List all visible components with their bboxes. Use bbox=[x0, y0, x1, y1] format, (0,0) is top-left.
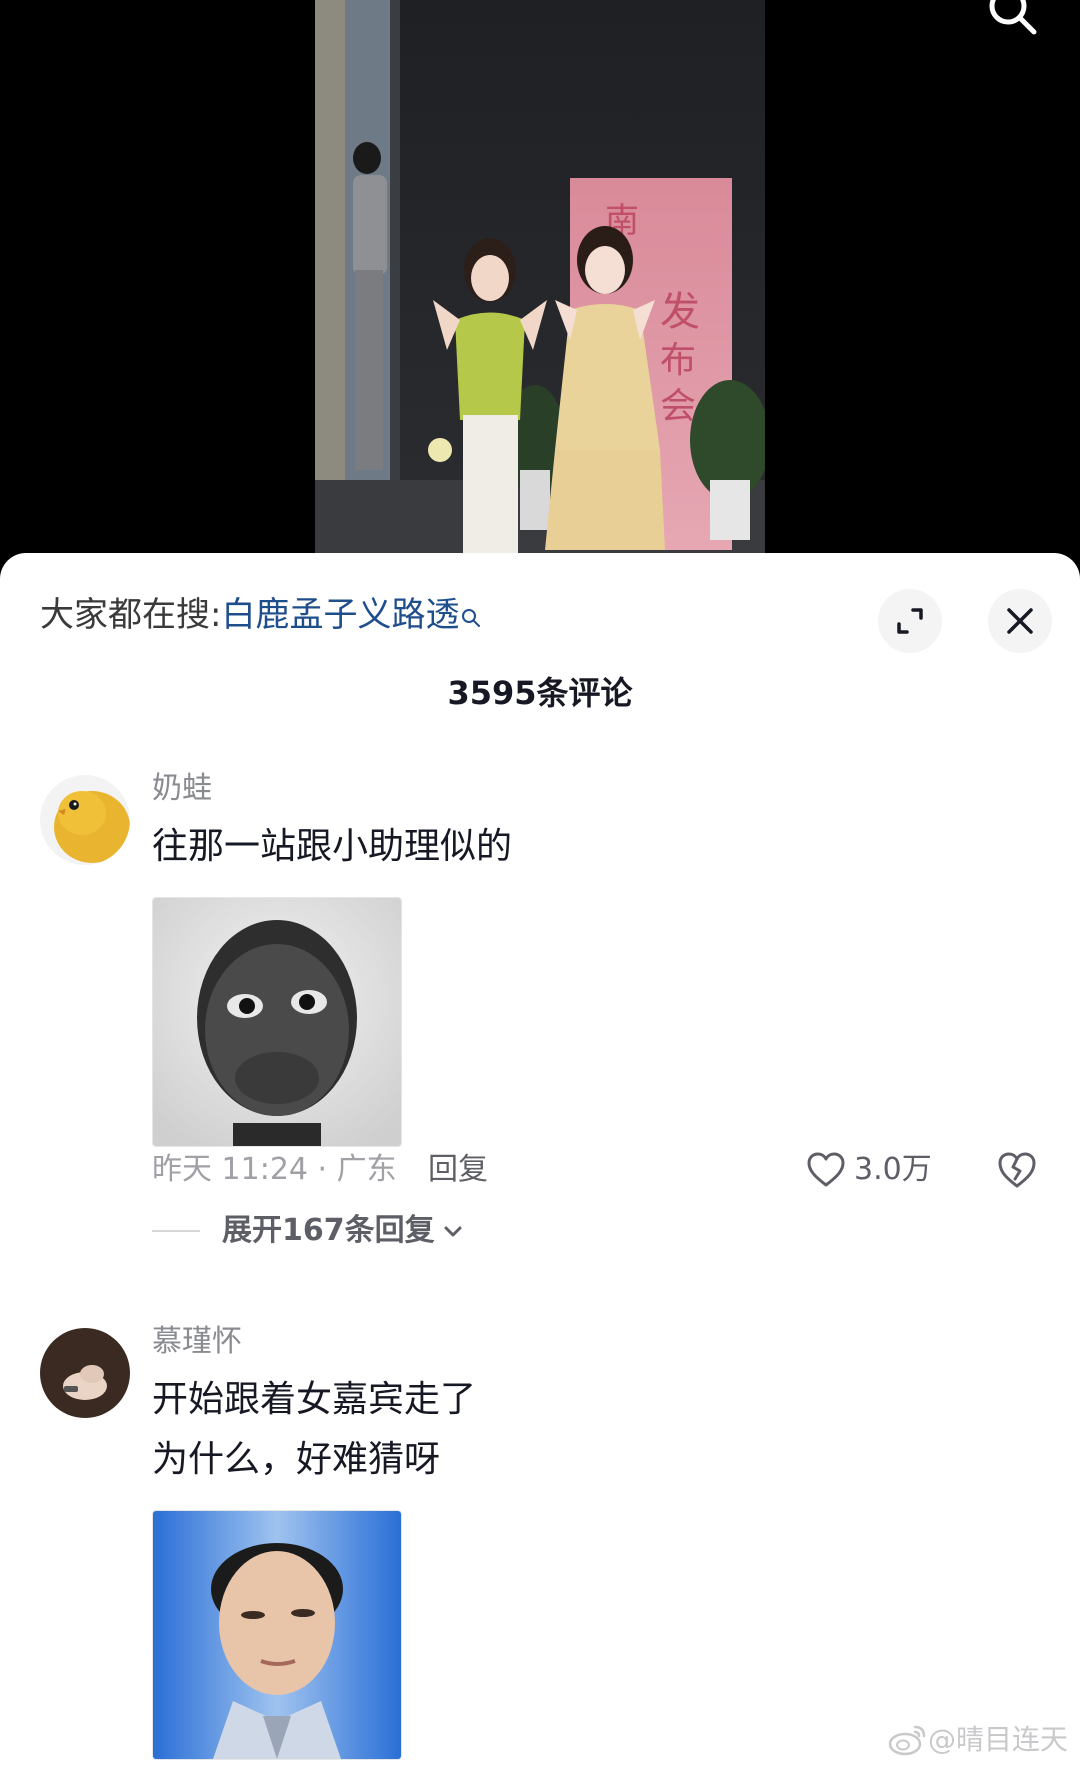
broken-heart-icon bbox=[998, 1152, 1036, 1188]
comment-text: 开始跟着女嘉宾走了 为什么，好难猜呀 bbox=[152, 1370, 476, 1490]
divider bbox=[152, 1230, 200, 1232]
comment-image[interactable] bbox=[152, 1510, 402, 1760]
watermark-text: @晴目连天 bbox=[927, 1723, 1068, 1756]
weibo-logo-icon bbox=[888, 1725, 926, 1756]
avatar[interactable] bbox=[40, 1328, 130, 1418]
comment-text-line: 往那一站跟小助理似的 bbox=[152, 826, 513, 867]
video-player[interactable]: 南 发 布 会 bbox=[0, 0, 1080, 560]
reply-button[interactable]: 回复 bbox=[428, 1147, 488, 1193]
trending-keyword[interactable]: 白鹿孟子义路透 bbox=[221, 595, 459, 635]
svg-text:布: 布 bbox=[660, 340, 696, 381]
like-button[interactable]: 3.0万 bbox=[806, 1149, 932, 1191]
svg-text:发: 发 bbox=[660, 289, 700, 335]
sheet-header: 大家都在搜:白鹿孟子义路透 3595条评论 bbox=[0, 553, 1080, 712]
heart-icon bbox=[807, 1152, 845, 1187]
comment-text-line: 为什么，好难猜呀 bbox=[152, 1439, 441, 1480]
comment-meta: 昨天 11:24 · 广东 回复 3.0万 bbox=[152, 1147, 1052, 1193]
expand-replies[interactable]: 展开167条回复 bbox=[152, 1208, 465, 1254]
expand-replies-label: 展开167条回复 bbox=[222, 1213, 435, 1248]
video-still: 南 发 布 会 bbox=[315, 0, 765, 560]
comment-text: 往那一站跟小助理似的 bbox=[152, 817, 512, 877]
watermark: @晴目连天 bbox=[888, 1720, 1068, 1760]
like-count: 3.0万 bbox=[854, 1152, 932, 1187]
comment-item: 慕瑾怀 开始跟着女嘉宾走了 为什么，好难猜呀 bbox=[0, 1324, 1080, 1772]
comment-count: 3595条评论 bbox=[447, 674, 633, 712]
comment-item: 奶蛙 往那一站跟小助理似的 昨天 11:24 · 广东 回复 3.0万 bbox=[0, 771, 1080, 1195]
dislike-button[interactable] bbox=[996, 1149, 1038, 1191]
svg-text:会: 会 bbox=[660, 386, 696, 427]
chevron-down-icon bbox=[444, 1226, 462, 1237]
comment-username[interactable]: 奶蛙 bbox=[152, 769, 212, 809]
search-button[interactable] bbox=[982, 0, 1042, 46]
expand-icon bbox=[897, 608, 923, 634]
avatar[interactable] bbox=[40, 775, 130, 865]
trending-prefix: 大家都在搜: bbox=[40, 595, 222, 635]
close-button[interactable] bbox=[988, 589, 1052, 653]
comment-text-line: 开始跟着女嘉宾走了 bbox=[152, 1379, 477, 1420]
comment-image[interactable] bbox=[152, 897, 402, 1147]
search-icon bbox=[461, 593, 481, 641]
comment-time-location: 昨天 11:24 · 广东 bbox=[152, 1152, 397, 1187]
video-frame: 南 发 布 会 bbox=[315, 0, 765, 560]
comment-sheet: 大家都在搜:白鹿孟子义路透 3595条评论 奶蛙 往那一站跟小助理似的 昨天 1… bbox=[0, 553, 1080, 1772]
close-icon bbox=[1007, 608, 1033, 634]
comment-username[interactable]: 慕瑾怀 bbox=[152, 1322, 242, 1362]
search-icon bbox=[989, 0, 1037, 35]
expand-button[interactable] bbox=[878, 589, 942, 653]
trending-search[interactable]: 大家都在搜:白鹿孟子义路透 bbox=[40, 591, 481, 641]
